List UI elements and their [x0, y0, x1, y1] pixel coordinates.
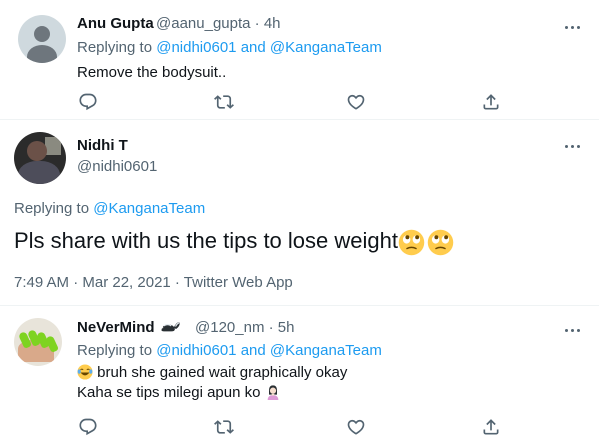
mention-link[interactable]: @nidhi0601: [156, 342, 236, 359]
like-icon[interactable]: [346, 417, 366, 437]
display-name[interactable]: Nidhi T: [77, 137, 128, 154]
avatar[interactable]: [14, 318, 62, 366]
mention-link[interactable]: @KanganaTeam: [93, 200, 205, 217]
reply-icon[interactable]: [78, 417, 98, 437]
tweet-text: Remove the bodysuit..: [77, 64, 227, 81]
tweet-meta: @120_nm · 5h: [195, 319, 294, 336]
display-name[interactable]: NeVerMind: [77, 319, 181, 336]
reply-icon[interactable]: [78, 92, 98, 112]
replying-to-label: Replying to: [14, 200, 90, 217]
handle[interactable]: @aanu_gupta: [156, 15, 250, 32]
share-icon[interactable]: [481, 417, 501, 437]
share-icon[interactable]: [481, 92, 501, 112]
face-with-rolling-eyes-icon: [427, 229, 454, 256]
like-icon[interactable]: [346, 92, 366, 112]
replying-to-label: Replying to: [77, 39, 153, 56]
mention-and[interactable]: and: [241, 39, 266, 56]
timestamp[interactable]: 4h: [264, 15, 281, 32]
tweet-meta: @aanu_gupta · 4h: [156, 15, 281, 32]
separator-dot: ·: [254, 15, 260, 32]
tweet-text: Kaha se tips milegi apun ko: [77, 384, 261, 401]
face-with-tears-of-joy-icon: [77, 364, 93, 380]
replying-to-line: Replying to @nidhi0601 and @KanganaTeam: [77, 39, 382, 56]
mention-link[interactable]: @nidhi0601: [156, 39, 236, 56]
focused-tweet-nidhi[interactable]: Nidhi T @nidhi0601 Replying to @KanganaT…: [0, 120, 599, 306]
reply-tweet-nevermind[interactable]: NeVerMind @120_nm · 5h Replying to @nidh…: [0, 306, 599, 447]
tweet-text: bruh she gained wait graphically okay: [97, 364, 348, 381]
timestamp[interactable]: 5h: [278, 319, 295, 336]
replying-to-line: Replying to @KanganaTeam: [14, 200, 205, 217]
tweet-text: Pls share with us the tips to lose weigh…: [14, 228, 398, 253]
avatar[interactable]: [18, 15, 66, 63]
replying-to-label: Replying to: [77, 342, 153, 359]
tweet-text-line-2: Kaha se tips milegi apun ko: [77, 384, 281, 401]
avatar[interactable]: [14, 132, 66, 184]
display-name-text: NeVerMind: [77, 319, 155, 336]
mention-link[interactable]: @KanganaTeam: [270, 342, 382, 359]
woman-shrugging-icon: [265, 384, 281, 400]
replying-to-line: Replying to @nidhi0601 and @KanganaTeam: [77, 342, 382, 359]
tweet-timestamp[interactable]: 7:49 AM · Mar 22, 2021 · Twitter Web App: [14, 274, 293, 291]
retweet-icon[interactable]: [214, 417, 234, 437]
retweet-icon[interactable]: [214, 92, 234, 112]
more-icon[interactable]: [565, 329, 581, 333]
handle[interactable]: @120_nm: [195, 319, 264, 336]
reply-tweet-anu-gupta[interactable]: Anu Gupta @aanu_gupta · 4h Replying to @…: [0, 0, 599, 120]
mention-link[interactable]: @KanganaTeam: [270, 39, 382, 56]
face-with-rolling-eyes-icon: [398, 229, 425, 256]
tweet-text-line-1: bruh she gained wait graphically okay: [77, 364, 347, 381]
handle[interactable]: @nidhi0601: [77, 158, 157, 175]
display-name[interactable]: Anu Gupta: [77, 15, 154, 32]
skunk-icon: [159, 319, 181, 334]
mention-and[interactable]: and: [241, 342, 266, 359]
tweet-text-row: Pls share with us the tips to lose weigh…: [14, 228, 454, 258]
more-icon[interactable]: [565, 145, 581, 149]
separator-dot: ·: [268, 319, 274, 336]
more-icon[interactable]: [565, 26, 581, 30]
